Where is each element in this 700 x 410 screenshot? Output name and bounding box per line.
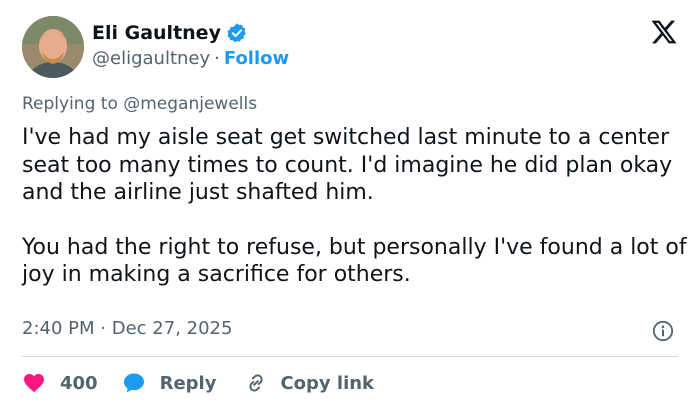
tweet-date: Dec 27, 2025 [111,318,233,339]
tweet-paragraph: You had the right to refuse, but persona… [22,234,687,288]
action-bar: 400 Reply Copy link [22,370,374,396]
tweet-time: 2:40 PM [22,318,95,339]
x-logo-icon[interactable] [650,18,678,46]
author-name-row: Eli Gaultney [92,22,248,44]
tweet-text: I've had my aisle seat get switched last… [22,124,692,289]
reply-button[interactable]: Reply [122,371,217,395]
timestamp-separator: · [100,318,106,339]
replying-mention[interactable]: @meganjewells [123,94,257,114]
verified-badge-icon [227,23,246,43]
author-handle[interactable]: @eligaultney [92,48,210,69]
replying-prefix: Replying to [22,94,118,114]
replying-to: Replying to @meganjewells [22,94,257,114]
speech-bubble-icon [123,373,144,393]
tweet-card: Eli Gaultney @eligaultney · Follow Replyin… [0,0,700,410]
reply-label: Reply [159,372,217,394]
tweet-paragraph: I've had my aisle seat get switched last… [22,125,673,205]
author-handle-row: @eligaultney · Follow [92,48,289,69]
copy-link-button[interactable]: Copy link [244,371,374,395]
link-icon [249,374,264,392]
heart-icon [24,374,44,393]
handle-separator: · [214,48,220,69]
author-display-name[interactable]: Eli Gaultney [92,22,221,44]
follow-button[interactable]: Follow [224,48,289,69]
tweet-timestamp[interactable]: 2:40 PM · Dec 27, 2025 [22,318,232,339]
info-icon[interactable] [652,320,674,342]
avatar-photo [22,16,84,78]
like-button[interactable]: 400 [22,371,98,395]
divider [22,356,678,357]
like-count: 400 [60,372,98,394]
avatar[interactable] [22,16,84,78]
copy-link-label: Copy link [280,372,375,394]
